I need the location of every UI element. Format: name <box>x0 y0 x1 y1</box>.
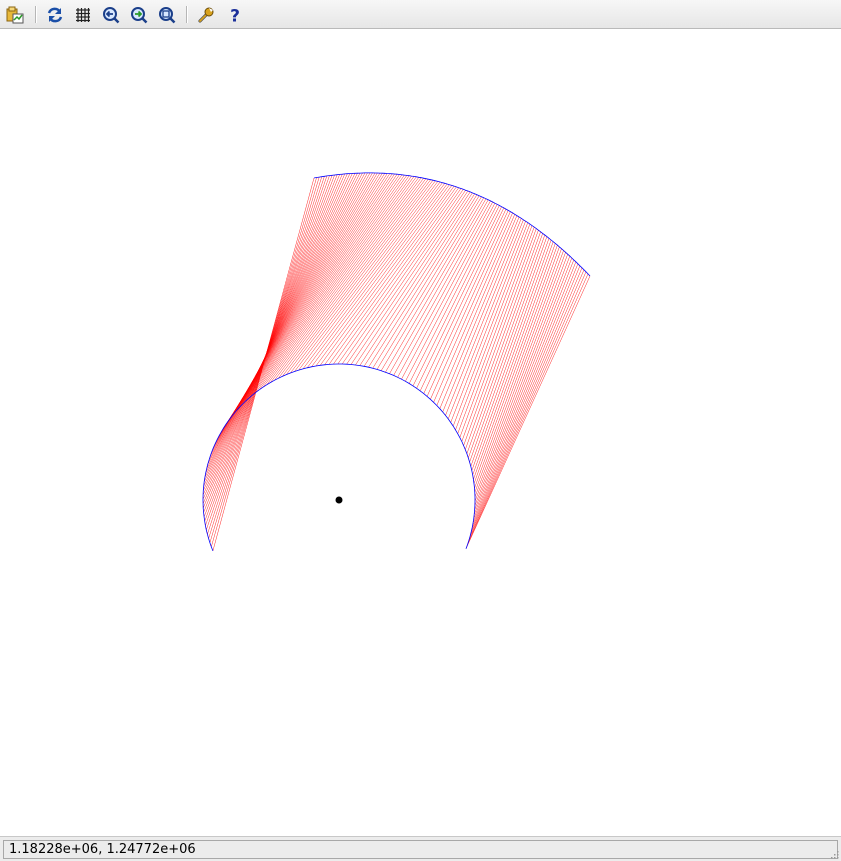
ray-line <box>203 173 353 487</box>
settings-wrench-icon <box>198 7 214 23</box>
ray-line <box>202 174 340 509</box>
ray-line <box>223 173 388 429</box>
ray-line <box>205 172 361 474</box>
ray-line <box>408 205 500 384</box>
ray-line <box>474 252 566 497</box>
grid-button[interactable] <box>72 4 94 26</box>
ray-line <box>252 175 412 396</box>
ray-line <box>208 172 368 461</box>
center-point <box>335 496 343 504</box>
ray-line <box>278 179 429 379</box>
ray-line <box>471 241 554 471</box>
ray-line <box>245 175 408 402</box>
ray-line <box>461 230 539 442</box>
open-file-button[interactable] <box>4 4 26 26</box>
ray-line <box>474 254 568 502</box>
ray-line <box>236 174 400 411</box>
open-file-icon <box>6 6 24 24</box>
help-button[interactable]: ? <box>224 4 246 26</box>
ray-line <box>470 267 583 532</box>
ray-line <box>302 182 443 370</box>
ray-line <box>474 256 571 506</box>
ray-line <box>471 265 581 528</box>
zoom-back-button[interactable] <box>100 4 122 26</box>
zoom-back-icon <box>103 7 120 24</box>
refresh-icon <box>47 7 63 23</box>
plot-canvas[interactable] <box>0 30 841 836</box>
status-bar: 1.18228e+06, 1.24772e+06 <box>0 836 841 861</box>
ray-line <box>228 173 393 421</box>
ray-line <box>466 234 546 454</box>
ray-line <box>203 173 356 482</box>
settings-button[interactable] <box>195 4 217 26</box>
resize-grip-icon[interactable] <box>829 849 839 859</box>
zoom-forward-button[interactable] <box>128 4 150 26</box>
inner-arc <box>202 363 476 552</box>
ray-line <box>204 173 358 478</box>
ray-line <box>473 261 577 519</box>
ray-line <box>202 173 346 500</box>
zoom-fit-icon <box>159 7 176 24</box>
svg-text:?: ? <box>230 7 240 25</box>
ray-line <box>469 269 585 537</box>
ray-line <box>203 173 351 491</box>
zoom-fit-button[interactable] <box>156 4 178 26</box>
geometry-drawing <box>202 172 591 552</box>
toolbar-separator <box>35 6 36 23</box>
ray-line <box>469 238 550 463</box>
toolbar: ? <box>0 0 841 29</box>
ray-line <box>380 197 485 371</box>
ray-lines <box>202 172 591 551</box>
ray-line <box>472 263 579 524</box>
ray-line <box>473 245 558 480</box>
ray-line <box>324 185 455 365</box>
toolbar-separator <box>186 6 187 23</box>
ray-line <box>426 211 511 397</box>
help-icon: ? <box>230 7 240 25</box>
grid-icon <box>76 8 90 22</box>
zoom-forward-icon <box>131 7 148 24</box>
ray-line <box>474 250 564 493</box>
ray-line <box>465 233 543 450</box>
ray-line <box>282 179 431 377</box>
ray-line <box>207 172 366 465</box>
cursor-coordinates: 1.18228e+06, 1.24772e+06 <box>3 840 838 859</box>
ray-line <box>239 174 403 408</box>
ray-line <box>230 173 395 418</box>
ray-line <box>346 190 466 365</box>
refresh-button[interactable] <box>44 4 66 26</box>
